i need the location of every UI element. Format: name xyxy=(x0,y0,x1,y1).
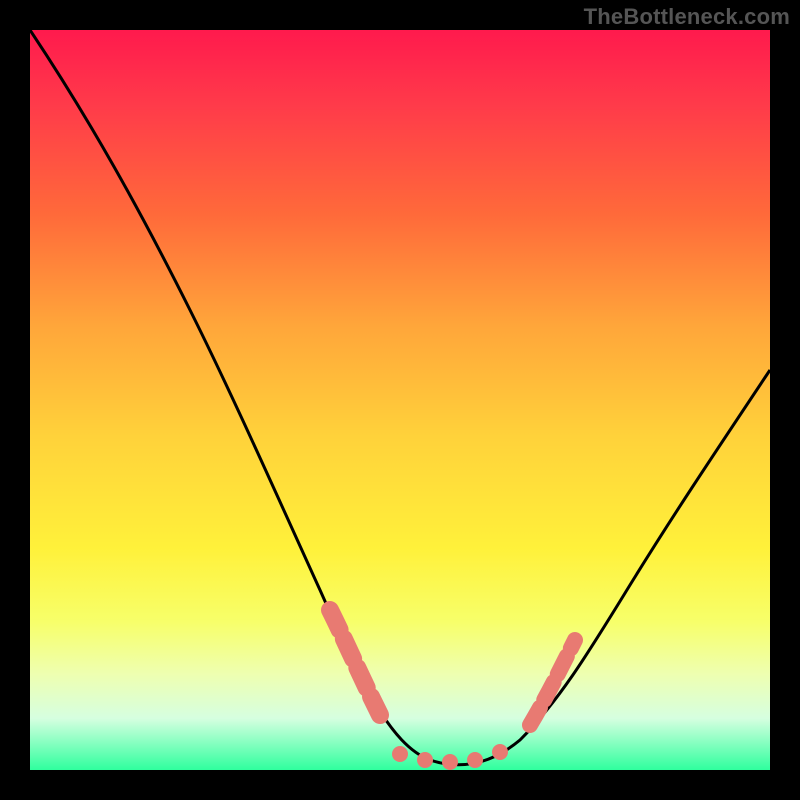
curve-path xyxy=(30,30,770,765)
watermark-text: TheBottleneck.com xyxy=(584,4,790,30)
chart-frame: TheBottleneck.com xyxy=(0,0,800,800)
bottleneck-curve xyxy=(30,30,770,770)
highlight-left xyxy=(330,610,380,715)
plot-area xyxy=(30,30,770,770)
